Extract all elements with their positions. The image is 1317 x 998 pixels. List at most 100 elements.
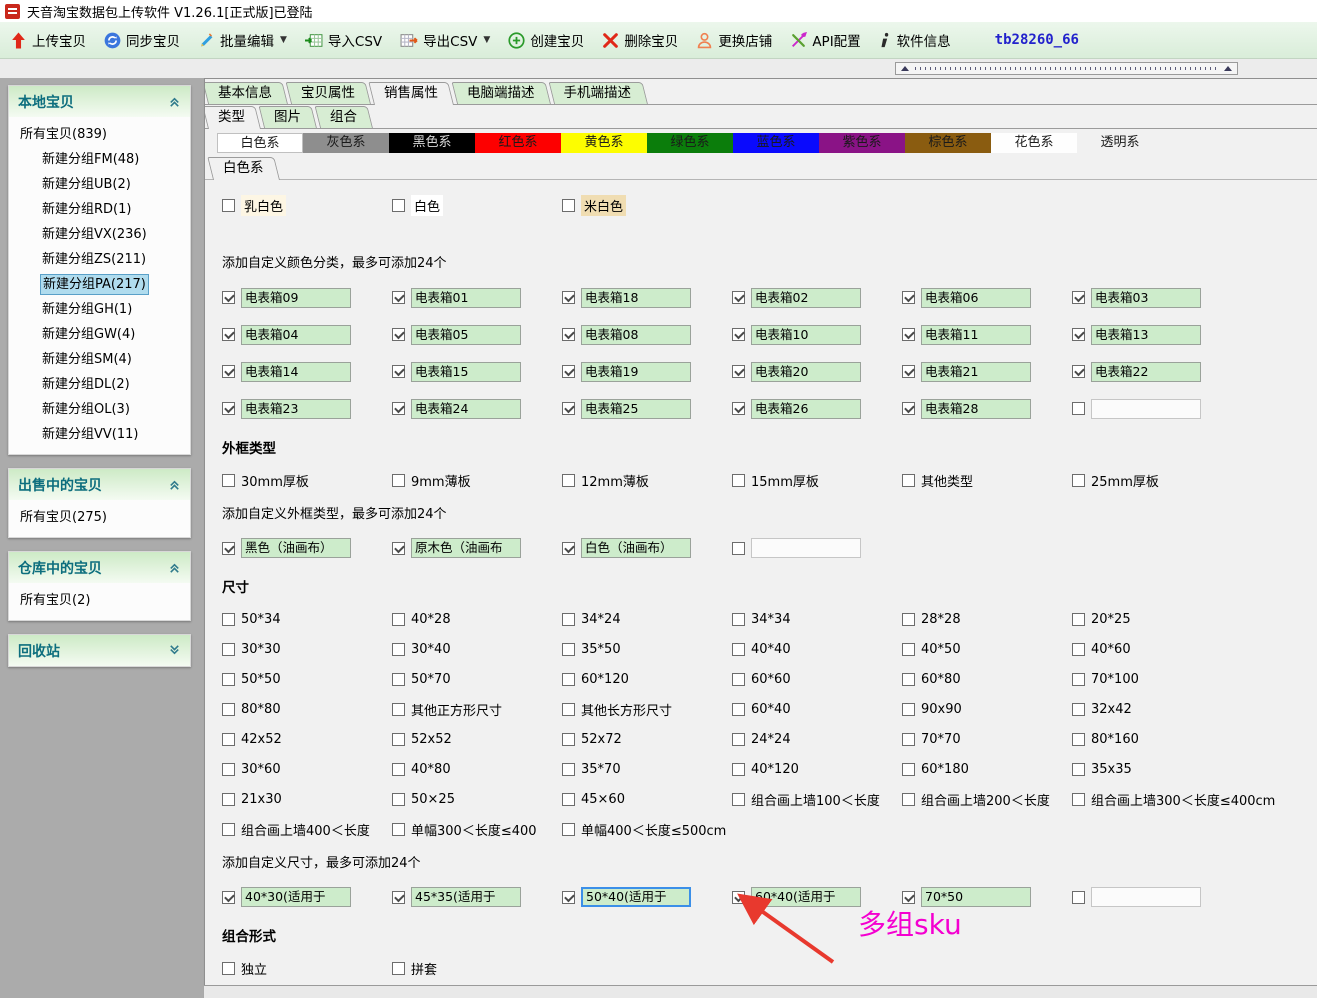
color-series-tab[interactable]: 黑色系 — [389, 133, 475, 153]
checkbox[interactable] — [732, 673, 745, 686]
checkbox[interactable] — [562, 402, 575, 415]
custom-color-input[interactable]: 电表箱09 — [241, 288, 351, 308]
export-csv-button[interactable]: 导出CSV ▼ — [400, 30, 490, 50]
checkbox[interactable] — [222, 673, 235, 686]
color-series-tab[interactable]: 白色系 — [217, 133, 303, 153]
checkbox[interactable] — [392, 643, 405, 656]
checkbox[interactable] — [562, 673, 575, 686]
checkbox[interactable] — [392, 474, 405, 487]
checkbox[interactable] — [392, 962, 405, 975]
checkbox[interactable] — [562, 891, 575, 904]
color-series-tab[interactable]: 绿色系 — [647, 133, 733, 153]
chevron-double-up-icon[interactable] — [168, 561, 181, 574]
local-items-header[interactable]: 本地宝贝 — [9, 86, 190, 117]
checkbox[interactable] — [1072, 474, 1085, 487]
recycle-header[interactable]: 回收站 — [9, 635, 190, 666]
sidebar-group-item[interactable]: 新建分组RD(1) — [9, 197, 190, 222]
checkbox[interactable] — [1072, 891, 1085, 904]
sidebar-group-item[interactable]: 所有宝贝(2) — [9, 588, 190, 613]
custom-color-input[interactable]: 电表箱18 — [581, 288, 691, 308]
checkbox[interactable] — [1072, 402, 1085, 415]
sidebar-group-item[interactable]: 新建分组PA(217) — [9, 272, 190, 297]
checkbox[interactable] — [392, 763, 405, 776]
custom-color-input[interactable] — [1091, 399, 1201, 419]
custom-size-input[interactable]: 40*30(适用于 — [241, 887, 351, 907]
custom-frame-input[interactable]: 黑色（油画布） — [241, 538, 351, 558]
custom-color-input[interactable]: 电表箱19 — [581, 362, 691, 382]
custom-frame-input[interactable]: 原木色（油画布 — [411, 538, 521, 558]
checkbox[interactable] — [562, 199, 575, 212]
checkbox[interactable] — [562, 613, 575, 626]
custom-color-input[interactable]: 电表箱23 — [241, 399, 351, 419]
main-tab[interactable]: 电脑端描述 — [457, 82, 551, 104]
sidebar-group-item[interactable]: 新建分组VX(236) — [9, 222, 190, 247]
main-tab[interactable]: 手机端描述 — [554, 82, 648, 104]
api-config-button[interactable]: API配置 — [790, 30, 860, 50]
custom-color-input[interactable]: 电表箱25 — [581, 399, 691, 419]
color-series-tab[interactable]: 黄色系 — [561, 133, 647, 153]
custom-color-input[interactable]: 电表箱26 — [751, 399, 861, 419]
checkbox[interactable] — [902, 291, 915, 304]
color-series-tab[interactable]: 棕色系 — [905, 133, 991, 153]
sidebar-group-item[interactable]: 新建分组SM(4) — [9, 347, 190, 372]
color-series-tab[interactable]: 蓝色系 — [733, 133, 819, 153]
checkbox[interactable] — [392, 823, 405, 836]
checkbox[interactable] — [392, 199, 405, 212]
custom-color-input[interactable]: 电表箱05 — [411, 325, 521, 345]
custom-size-input[interactable]: 45*35(适用于 — [411, 887, 521, 907]
custom-color-input[interactable]: 电表箱15 — [411, 362, 521, 382]
checkbox[interactable] — [902, 793, 915, 806]
import-csv-button[interactable]: 导入CSV — [305, 30, 382, 50]
sidebar-group-item[interactable]: 新建分组UB(2) — [9, 172, 190, 197]
checkbox[interactable] — [222, 891, 235, 904]
checkbox[interactable] — [562, 793, 575, 806]
sidebar-group-item[interactable]: 新建分组ZS(211) — [9, 247, 190, 272]
checkbox[interactable] — [562, 703, 575, 716]
checkbox[interactable] — [222, 542, 235, 555]
checkbox[interactable] — [732, 763, 745, 776]
checkbox[interactable] — [732, 542, 745, 555]
upload-button[interactable]: 上传宝贝 — [10, 30, 86, 50]
checkbox[interactable] — [1072, 703, 1085, 716]
checkbox[interactable] — [732, 613, 745, 626]
checkbox[interactable] — [562, 328, 575, 341]
checkbox[interactable] — [392, 891, 405, 904]
checkbox[interactable] — [392, 291, 405, 304]
checkbox[interactable] — [732, 703, 745, 716]
custom-color-input[interactable]: 电表箱10 — [751, 325, 861, 345]
checkbox[interactable] — [902, 328, 915, 341]
custom-size-input[interactable]: 50*40(适用于 — [581, 887, 691, 907]
checkbox[interactable] — [392, 365, 405, 378]
custom-color-input[interactable]: 电表箱24 — [411, 399, 521, 419]
warehouse-header[interactable]: 仓库中的宝贝 — [9, 552, 190, 583]
delete-item-button[interactable]: 删除宝贝 — [602, 30, 678, 50]
color-series-tab[interactable]: 红色系 — [475, 133, 561, 153]
checkbox[interactable] — [392, 733, 405, 746]
checkbox[interactable] — [732, 328, 745, 341]
checkbox[interactable] — [562, 733, 575, 746]
sub-tab[interactable]: 图片 — [264, 106, 317, 128]
checkbox[interactable] — [902, 733, 915, 746]
checkbox[interactable] — [562, 474, 575, 487]
checkbox[interactable] — [732, 402, 745, 415]
checkbox[interactable] — [392, 402, 405, 415]
checkbox[interactable] — [732, 365, 745, 378]
checkbox[interactable] — [1072, 673, 1085, 686]
checkbox[interactable] — [902, 763, 915, 776]
checkbox[interactable] — [222, 613, 235, 626]
custom-color-input[interactable]: 电表箱02 — [751, 288, 861, 308]
checkbox[interactable] — [562, 365, 575, 378]
checkbox[interactable] — [902, 673, 915, 686]
checkbox[interactable] — [732, 793, 745, 806]
checkbox[interactable] — [222, 328, 235, 341]
checkbox[interactable] — [732, 291, 745, 304]
checkbox[interactable] — [1072, 613, 1085, 626]
checkbox[interactable] — [1072, 328, 1085, 341]
sidebar-group-item[interactable]: 所有宝贝(839) — [9, 122, 190, 147]
checkbox[interactable] — [392, 673, 405, 686]
chevron-double-up-icon[interactable] — [168, 478, 181, 491]
custom-color-input[interactable]: 电表箱20 — [751, 362, 861, 382]
horizontal-slider[interactable] — [895, 62, 1238, 75]
color-series-tab[interactable]: 透明系 — [1077, 133, 1163, 153]
software-info-button[interactable]: 软件信息 — [879, 30, 951, 50]
